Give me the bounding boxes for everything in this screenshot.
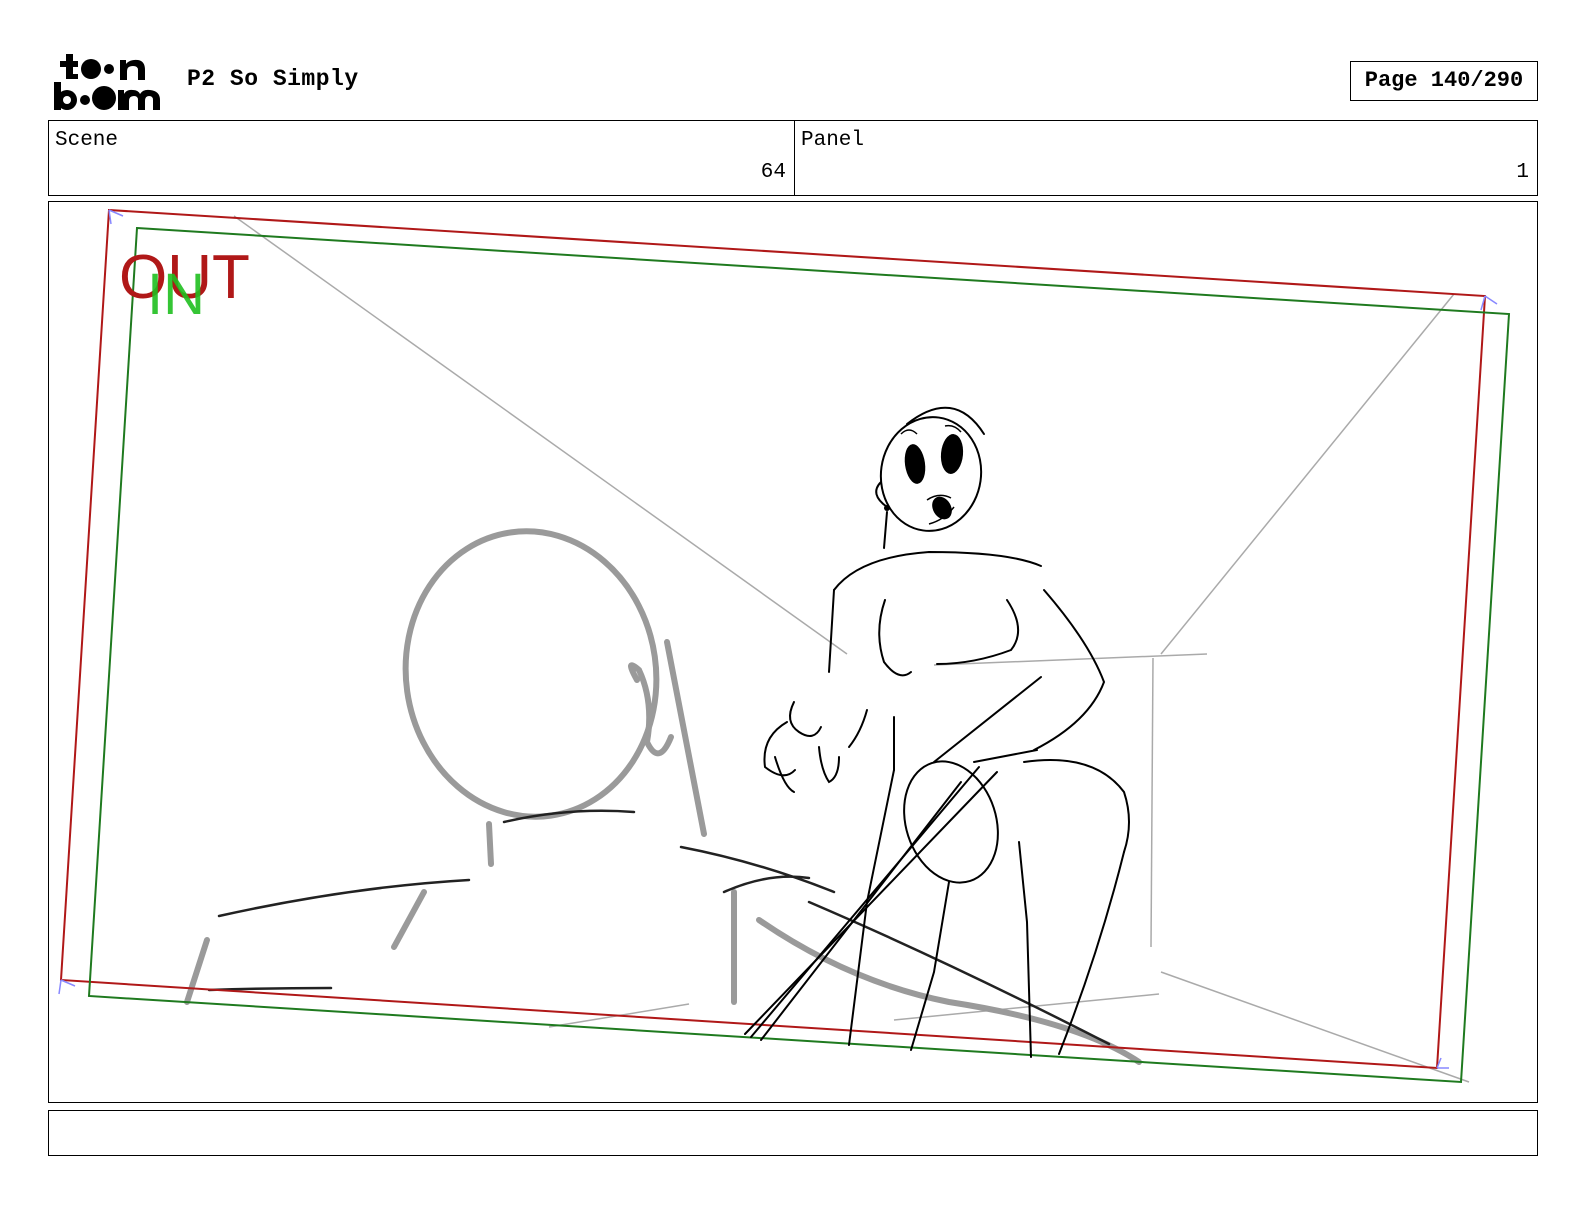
scene-cell: Scene 64 xyxy=(49,121,795,195)
toon-boom-logo xyxy=(52,52,164,112)
foreground-character-sketch xyxy=(184,528,1142,1065)
panel-cell: Panel 1 xyxy=(795,121,1537,195)
camera-out-frame xyxy=(59,208,1487,1070)
panel-label: Panel xyxy=(801,129,865,152)
project-title: P2 So Simply xyxy=(187,66,359,92)
scene-panel-info: Scene 64 Panel 1 xyxy=(48,120,1538,196)
scene-number: 64 xyxy=(760,161,786,184)
perspective-guides xyxy=(233,215,1470,1083)
panel-sketch: OUT IN xyxy=(58,208,1511,1084)
camera-in-frame xyxy=(87,226,1511,1084)
panel-number: 1 xyxy=(1516,161,1529,184)
panel-notes-box xyxy=(48,1110,1538,1156)
frame-corner-markers xyxy=(58,209,1498,1069)
camera-in-label: IN xyxy=(147,262,205,327)
scene-label: Scene xyxy=(55,129,119,152)
storyboard-panel-image: OUT IN xyxy=(48,201,1538,1103)
page-number: Page 140/290 xyxy=(1350,61,1538,101)
